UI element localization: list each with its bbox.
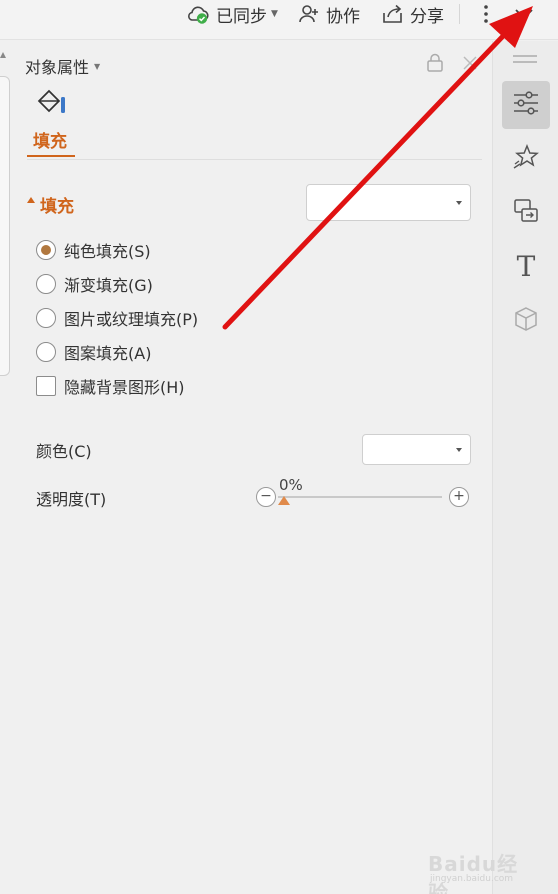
transparency-increase-button[interactable]: + (449, 487, 469, 507)
option-label: 图案填充(A) (64, 344, 152, 363)
chevron-down-icon: ▼ (94, 61, 101, 71)
toolbar-divider (459, 4, 460, 24)
solid-fill-radio[interactable] (36, 240, 56, 260)
add-user-icon (298, 4, 320, 24)
solid-fill-option[interactable]: 纯色填充(S) (36, 238, 151, 262)
option-label: 纯色填充(S) (64, 242, 151, 261)
sidebar-item-text[interactable]: T (502, 243, 550, 291)
fill-style-dropdown[interactable] (306, 184, 471, 221)
sliders-icon (512, 90, 540, 120)
picture-texture-fill-radio[interactable] (36, 308, 56, 328)
tab-divider (27, 159, 482, 160)
share-label: 分享 (410, 6, 444, 27)
share-icon (382, 4, 404, 24)
sidebar-item-transition[interactable] (502, 189, 550, 237)
panel-title: 对象属性 (25, 58, 90, 77)
gradient-fill-option[interactable]: 渐变填充(G) (36, 272, 153, 296)
transparency-slider-thumb[interactable] (278, 496, 290, 505)
chevron-down-icon (456, 200, 462, 205)
sidebar-item-animation[interactable] (502, 135, 550, 183)
collaborate-label: 协作 (326, 6, 360, 27)
transition-icon (513, 198, 539, 228)
more-options-button[interactable] (478, 0, 494, 28)
close-icon[interactable] (462, 55, 478, 75)
sidebar-item-3d[interactable] (502, 297, 550, 345)
collapse-ribbon-button[interactable] (512, 0, 536, 28)
panel-title-dropdown[interactable]: 对象属性 ▼ (25, 54, 100, 78)
cloud-synced-icon (186, 3, 210, 25)
sync-label: 已同步 (216, 6, 267, 27)
fill-bucket-icon[interactable] (36, 89, 68, 123)
option-label: 渐变填充(G) (64, 276, 153, 295)
text-icon: T (516, 250, 536, 283)
gradient-fill-radio[interactable] (36, 274, 56, 294)
option-label: 隐藏背景图形(H) (64, 378, 185, 397)
color-dropdown[interactable] (362, 434, 471, 465)
pattern-fill-radio[interactable] (36, 342, 56, 362)
picture-texture-fill-option[interactable]: 图片或纹理填充(P) (36, 306, 198, 330)
sidebar-item-properties[interactable] (502, 81, 550, 129)
right-task-pane-bar: T (492, 41, 558, 894)
hide-background-checkbox[interactable] (36, 376, 56, 396)
share-button[interactable]: 分享 (382, 0, 444, 28)
chevron-down-icon (456, 447, 462, 452)
lock-icon[interactable] (426, 53, 444, 77)
star-animation-icon (513, 143, 539, 174)
transparency-decrease-button[interactable]: − (256, 487, 276, 507)
watermark-url: jingyan.baidu.com (430, 874, 514, 884)
watermark-text: Baidu经验 (428, 852, 519, 894)
more-vertical-icon (483, 4, 489, 24)
top-toolbar: 已同步 ▼ 协作 分享 (0, 0, 558, 40)
object-properties-panel: 对象属性 ▼ 填充 填充 纯色填充(S) 渐变填充(G) 图片或纹理填充(P) … (10, 41, 492, 894)
vertical-scrollbar[interactable] (0, 46, 10, 376)
scrollbar-thumb[interactable] (0, 76, 10, 376)
fill-section-title[interactable]: 填充 (40, 192, 74, 217)
scroll-up-icon[interactable] (0, 52, 6, 58)
pattern-fill-option[interactable]: 图案填充(A) (36, 340, 151, 364)
transparency-slider[interactable] (278, 496, 442, 498)
transparency-label: 透明度(T) (36, 490, 107, 509)
option-label: 图片或纹理填充(P) (64, 310, 199, 329)
tab-fill[interactable]: 填充 (33, 127, 67, 152)
chevron-down-icon (514, 8, 534, 20)
baidu-jingyan-watermark: Baidu经验 jingyan.baidu.com (428, 842, 538, 894)
active-tab-indicator (27, 155, 75, 157)
sync-status-button[interactable]: 已同步 ▼ (186, 0, 278, 28)
drag-handle[interactable] (513, 55, 537, 67)
collapse-triangle-icon[interactable] (27, 197, 35, 203)
cube-icon (513, 306, 539, 336)
transparency-value: 0% (279, 476, 303, 494)
chevron-down-icon: ▼ (271, 9, 278, 19)
collaborate-button[interactable]: 协作 (298, 0, 360, 28)
hide-background-option[interactable]: 隐藏背景图形(H) (36, 374, 185, 398)
color-label: 颜色(C) (36, 442, 92, 461)
